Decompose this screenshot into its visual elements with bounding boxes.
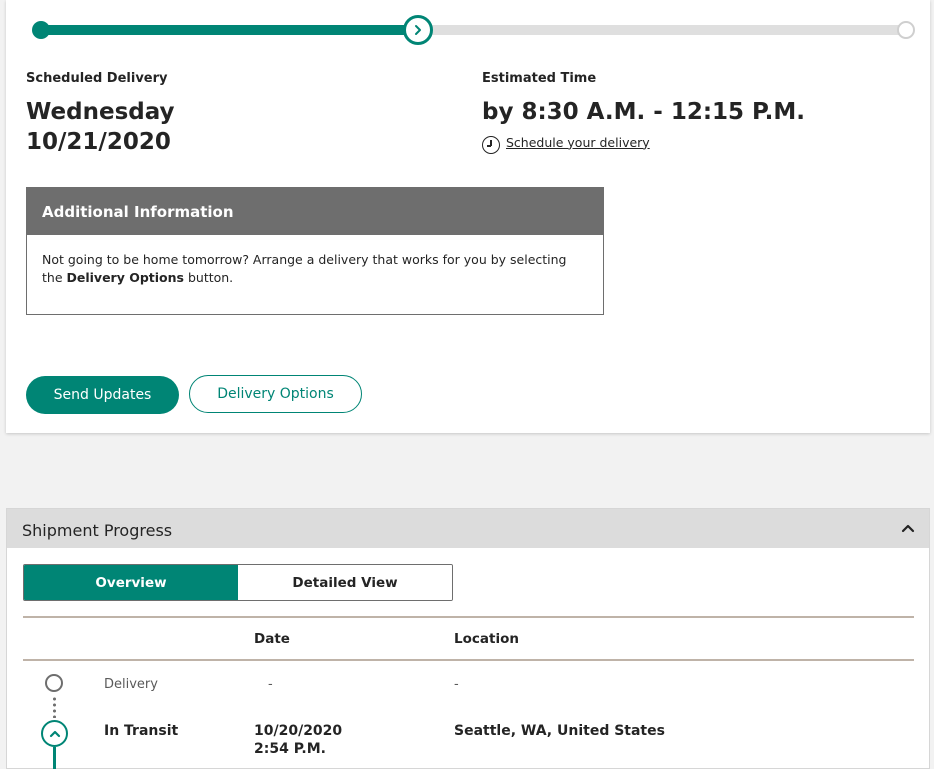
- info-body-suffix: button.: [183, 270, 234, 285]
- info-body-bold: Delivery Options: [66, 270, 184, 285]
- additional-information-body: Not going to be home tomorrow? Arrange a…: [27, 235, 603, 287]
- send-updates-button[interactable]: Send Updates: [26, 376, 179, 414]
- row-time-in-transit: 2:54 P.M.: [254, 741, 326, 757]
- shipment-progress-header[interactable]: Shipment Progress: [7, 509, 929, 548]
- row-location-delivery: -: [454, 677, 459, 692]
- row-date-delivery: -: [268, 677, 273, 692]
- scheduled-day: Wednesday: [26, 99, 175, 125]
- estimated-time: by 8:30 A.M. - 12:15 P.M.: [482, 99, 806, 125]
- delivery-options-button[interactable]: Delivery Options: [189, 375, 362, 413]
- row-status-in-transit: In Transit: [104, 723, 179, 739]
- tab-detailed-view[interactable]: Detailed View: [238, 565, 452, 600]
- row-location-in-transit: Seattle, WA, United States: [454, 723, 665, 739]
- status-pending-icon: [45, 674, 63, 692]
- progress-end-dot: [897, 21, 915, 39]
- delivery-progress-bar: [40, 25, 906, 35]
- shipment-progress-panel: Shipment Progress Overview Detailed View…: [6, 508, 930, 769]
- delivery-progress-fill: [40, 25, 413, 35]
- schedule-delivery-link[interactable]: Schedule your delivery: [482, 133, 650, 154]
- estimated-time-label: Estimated Time: [482, 71, 597, 86]
- view-toggle: Overview Detailed View: [23, 564, 453, 601]
- progress-dotted-connector: [53, 696, 56, 718]
- chevron-right-icon: [403, 15, 433, 45]
- clock-icon: [482, 136, 500, 154]
- schedule-delivery-link-text[interactable]: Schedule your delivery: [506, 135, 650, 150]
- shipment-progress-title: Shipment Progress: [22, 521, 173, 540]
- delivery-summary-card: Scheduled Delivery Wednesday 10/21/2020 …: [6, 0, 930, 433]
- scheduled-delivery-label: Scheduled Delivery: [26, 71, 168, 86]
- chevron-up-icon[interactable]: [901, 521, 915, 535]
- row-status-delivery: Delivery: [104, 677, 158, 692]
- additional-information-box: Additional Information Not going to be h…: [26, 187, 604, 315]
- additional-information-title: Additional Information: [27, 188, 603, 235]
- table-header-divider: [23, 659, 914, 661]
- progress-start-dot: [32, 21, 50, 39]
- scheduled-date: 10/21/2020: [26, 129, 171, 155]
- column-header-date: Date: [254, 631, 290, 647]
- column-header-location: Location: [454, 631, 519, 647]
- progress-solid-connector: [53, 747, 56, 769]
- row-date-in-transit: 10/20/2020: [254, 723, 343, 739]
- chevron-up-circle-icon: [41, 720, 68, 747]
- table-divider: [23, 616, 914, 618]
- tab-overview[interactable]: Overview: [24, 565, 238, 600]
